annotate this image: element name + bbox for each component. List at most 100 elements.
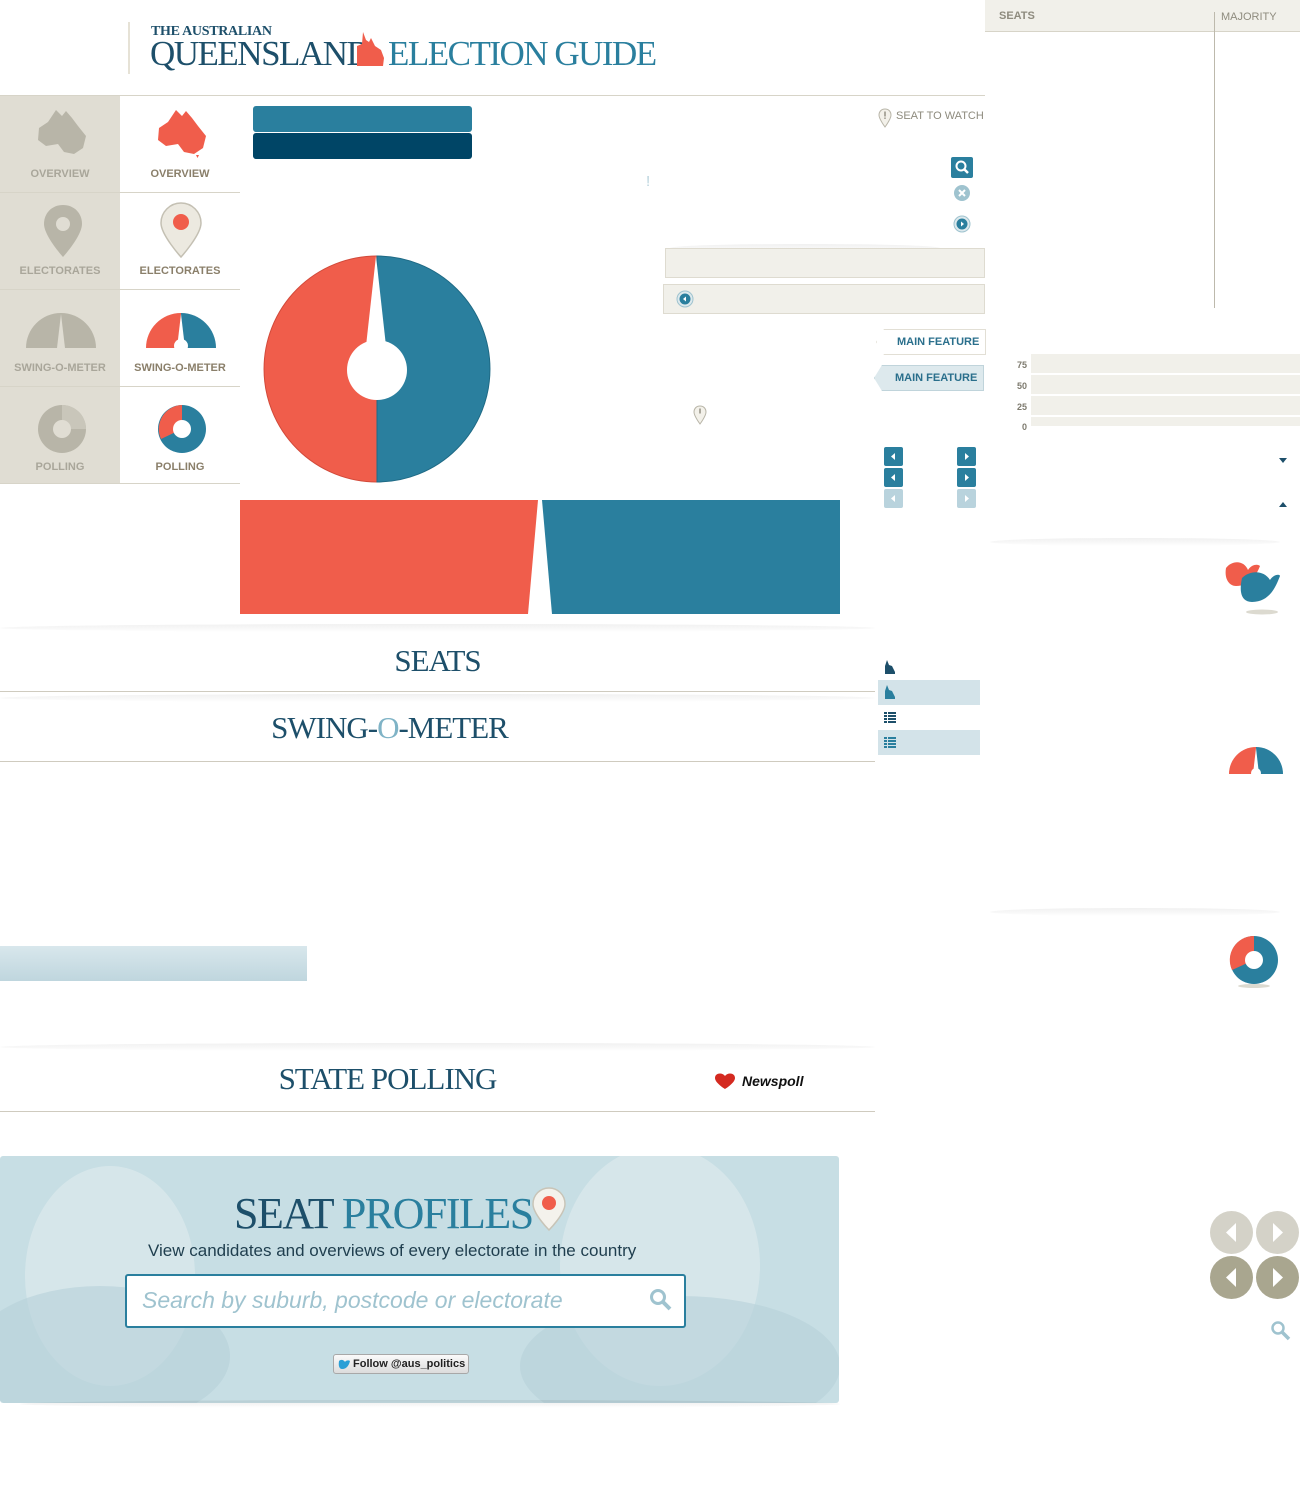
qld-map-view-icon[interactable] <box>884 685 896 699</box>
search-button[interactable] <box>951 157 973 178</box>
navy-button[interactable] <box>253 133 472 159</box>
search-icon <box>955 160 969 174</box>
title-part: PROFILES <box>341 1189 534 1238</box>
prev-button-disabled[interactable] <box>884 489 903 508</box>
prev-button[interactable] <box>884 468 903 487</box>
shadow-divider <box>990 538 1280 546</box>
seat-profiles-title: SEAT PROFILES <box>234 1188 534 1239</box>
majority-line <box>1214 12 1215 308</box>
exclaim-icon: ! <box>646 173 651 190</box>
chevron-left-icon <box>1226 1223 1236 1242</box>
chevron-right-icon <box>1273 1268 1283 1287</box>
prev-round-button[interactable] <box>1210 1256 1253 1299</box>
caret-down-icon[interactable] <box>1278 456 1288 464</box>
grey-band <box>665 248 985 278</box>
shadow-divider <box>0 694 875 702</box>
tab-label: MAIN FEATURE <box>895 372 978 384</box>
swing-part: O <box>377 710 399 745</box>
seat-watch-pin-icon <box>878 108 892 128</box>
nav-label: SWING-O-METER <box>14 362 106 374</box>
donut-thumbnail-icon <box>1229 935 1278 988</box>
brand-divider <box>128 22 130 74</box>
next-button-disabled[interactable] <box>957 489 976 508</box>
main-feature-tab-active[interactable]: MAIN FEATURE <box>874 365 984 391</box>
section-title-swing: SWING-O-METER <box>0 710 827 746</box>
search-placeholder: Search by suburb, postcode or electorate <box>142 1287 563 1313</box>
swing-gauge-icon <box>146 313 216 350</box>
back-icon[interactable] <box>676 290 694 308</box>
qld-map-view-icon[interactable] <box>884 660 896 674</box>
next-button[interactable] <box>957 447 976 466</box>
chevron-right-icon <box>965 495 969 502</box>
seat-to-watch-label: SEAT TO WATCH <box>896 110 984 122</box>
nav-overview-active[interactable]: OVERVIEW <box>120 96 240 193</box>
twitter-bird-icon <box>1225 562 1280 615</box>
nav-label: POLLING <box>35 461 85 473</box>
nav-swing-active[interactable]: SWING-O-METER <box>120 290 240 387</box>
axis-band <box>1031 354 1300 374</box>
shadow-divider <box>990 908 1280 916</box>
map-pin-icon <box>532 1187 566 1232</box>
australia-map-icon <box>158 110 206 158</box>
axis-tick: 0 <box>1021 422 1027 432</box>
axis-band <box>1031 417 1300 427</box>
section-title-seats: SEATS <box>394 643 481 678</box>
nav-overview-inactive[interactable]: OVERVIEW <box>0 96 120 193</box>
chevron-left-icon <box>891 495 895 502</box>
next-button[interactable] <box>957 468 976 487</box>
nav-label: POLLING <box>155 461 205 473</box>
majority-label: MAJORITY <box>1221 11 1277 23</box>
swing-part: -METER <box>398 710 508 745</box>
shadow-divider <box>0 1043 875 1051</box>
nav-label: OVERVIEW <box>150 168 210 180</box>
newspoll-logo-icon <box>715 1073 735 1089</box>
nav-polling-inactive[interactable]: POLLING <box>0 387 120 484</box>
swing-part: SWING- <box>271 710 378 745</box>
nav-label: ELECTORATES <box>139 265 221 277</box>
play-icon[interactable] <box>953 215 971 233</box>
axis-tick: 25 <box>1016 402 1027 412</box>
grid-view-icon[interactable] <box>884 712 896 724</box>
axis-band <box>1031 396 1300 416</box>
chevron-right-icon <box>965 474 969 481</box>
next-round-button-disabled[interactable] <box>1256 1211 1299 1254</box>
follow-twitter-button[interactable]: Follow @aus_politics <box>333 1354 469 1374</box>
blue-gradient-bar <box>0 946 307 981</box>
nav-label: ELECTORATES <box>19 265 101 277</box>
nav-polling-active[interactable]: POLLING <box>120 387 240 484</box>
nav-electorates-inactive[interactable]: ELECTORATES <box>0 193 120 290</box>
swing-gauge-thumbnail-icon <box>1229 747 1283 776</box>
nav-label: OVERVIEW <box>30 168 90 180</box>
teal-button[interactable] <box>253 106 472 132</box>
grid-view-icon[interactable] <box>884 737 896 749</box>
nav-swing-inactive[interactable]: SWING-O-METER <box>0 290 120 387</box>
prev-round-button-disabled[interactable] <box>1210 1211 1253 1254</box>
section-divider <box>0 761 875 762</box>
close-icon[interactable] <box>953 184 971 202</box>
donut-chart-icon <box>38 405 86 453</box>
section-divider <box>0 1111 875 1112</box>
twitter-bird-icon <box>338 1359 350 1369</box>
chevron-left-icon <box>891 474 895 481</box>
section-divider <box>0 691 875 692</box>
chevron-right-icon <box>1273 1223 1283 1242</box>
australia-map-icon <box>38 110 86 154</box>
search-icon[interactable] <box>649 1288 673 1312</box>
axis-tick: 50 <box>1016 381 1027 391</box>
prev-button[interactable] <box>884 447 903 466</box>
search-icon[interactable] <box>1270 1320 1292 1342</box>
swing-gauge-icon <box>26 313 96 348</box>
nav-electorates-active[interactable]: ELECTORATES <box>120 193 240 290</box>
page-title-guide: ELECTION GUIDE <box>388 34 657 73</box>
newspoll-logo-text: Newspoll <box>742 1073 804 1089</box>
main-feature-tab[interactable]: MAIN FEATURE <box>876 329 986 355</box>
section-title-polling: STATE POLLING <box>278 1061 498 1096</box>
chevron-right-icon <box>965 453 969 460</box>
next-round-button[interactable] <box>1256 1256 1299 1299</box>
grey-band <box>663 284 985 314</box>
map-pin-icon <box>160 202 202 259</box>
nav-label: SWING-O-METER <box>134 362 226 374</box>
swing-dial <box>263 255 491 483</box>
seat-split-bar <box>240 500 840 614</box>
caret-up-icon[interactable] <box>1278 500 1288 508</box>
